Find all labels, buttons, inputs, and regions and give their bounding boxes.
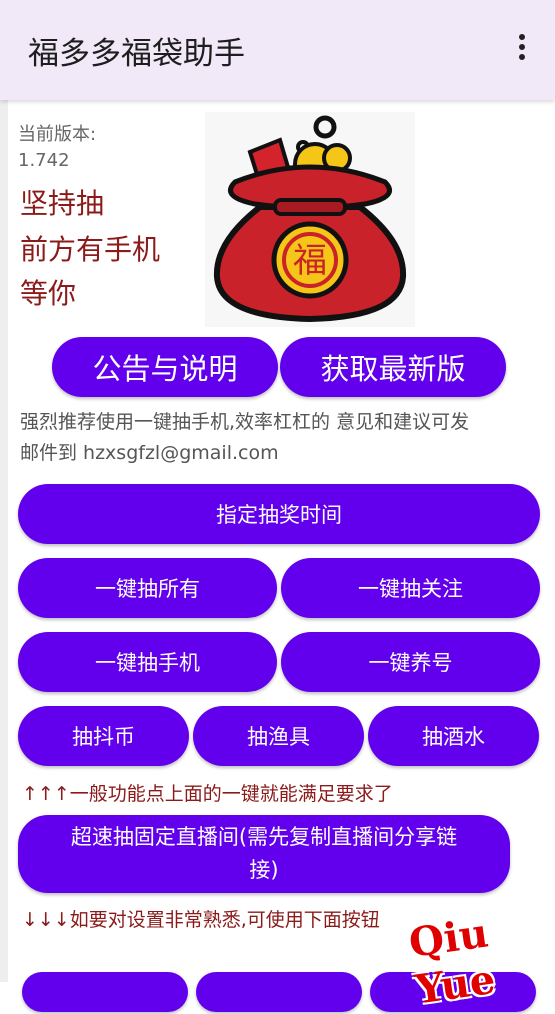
version-number: 1.742: [18, 150, 70, 171]
tip-down: ↓↓↓如要对设置非常熟悉,可使用下面按钮: [22, 909, 380, 931]
schedule-draw-button[interactable]: 指定抽奖时间: [18, 484, 540, 544]
app-title: 福多多福袋助手: [28, 36, 245, 72]
more-vert-icon[interactable]: [512, 34, 532, 66]
slogan-line-3: 等你: [20, 277, 77, 310]
watermark: Qiu Yue: [406, 909, 499, 1014]
app-bar: 福多多福袋助手: [0, 0, 555, 100]
settings-button-1[interactable]: [22, 972, 188, 1012]
draw-fishing-button[interactable]: 抽渔具: [193, 706, 364, 766]
left-edge: [0, 100, 8, 982]
version-label: 当前版本:: [18, 124, 97, 145]
fixed-live-room-button[interactable]: 超速抽固定直播间(需先复制直播间分享链接): [18, 815, 510, 893]
slogan-line-1: 坚持抽: [20, 187, 105, 220]
draw-phone-button[interactable]: 一键抽手机: [18, 632, 277, 692]
nurture-account-button[interactable]: 一键养号: [281, 632, 540, 692]
get-latest-button[interactable]: 获取最新版: [280, 337, 506, 397]
settings-button-2[interactable]: [196, 972, 362, 1012]
draw-all-button[interactable]: 一键抽所有: [18, 558, 277, 618]
recommend-line-1: 强烈推荐使用一键抽手机,效率杠杠的 意见和建议可发: [20, 411, 470, 433]
lucky-bag-icon: 福: [205, 112, 415, 327]
announcement-button[interactable]: 公告与说明: [52, 337, 278, 397]
draw-coin-button[interactable]: 抽抖币: [18, 706, 189, 766]
draw-follow-button[interactable]: 一键抽关注: [281, 558, 540, 618]
svg-text:福: 福: [293, 241, 327, 281]
slogan-line-2: 前方有手机: [20, 233, 161, 266]
recommend-line-2: 邮件到 hzxsgfzl@gmail.com: [20, 442, 279, 464]
draw-liquor-button[interactable]: 抽酒水: [368, 706, 539, 766]
tip-up: ↑↑↑一般功能点上面的一键就能满足要求了: [22, 783, 393, 805]
